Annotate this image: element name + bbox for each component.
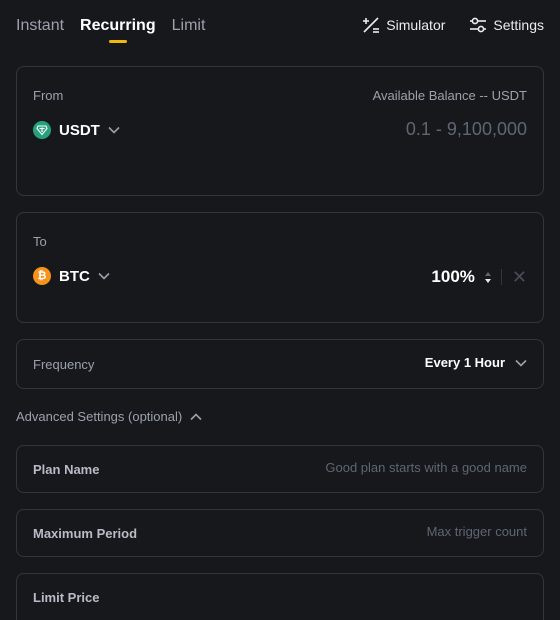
settings-button[interactable]: Settings bbox=[469, 16, 544, 34]
tab-limit[interactable]: Limit bbox=[172, 14, 206, 38]
frequency-selector[interactable]: Frequency Every 1 Hour bbox=[16, 339, 544, 389]
frequency-value: Every 1 Hour bbox=[424, 355, 505, 370]
plan-name-label: Plan Name bbox=[33, 462, 100, 477]
tab-instant[interactable]: Instant bbox=[16, 14, 64, 38]
top-actions: Simulator Settings bbox=[362, 16, 544, 34]
chevron-down-icon bbox=[515, 359, 527, 367]
plan-name-input[interactable] bbox=[227, 460, 527, 475]
from-coin-name: USDT bbox=[59, 121, 100, 139]
chevron-down-icon bbox=[98, 272, 110, 280]
advanced-settings-label: Advanced Settings (optional) bbox=[16, 409, 183, 424]
from-label: From bbox=[33, 88, 64, 103]
from-card: From Available Balance -- USDT USDT bbox=[16, 66, 544, 196]
mode-tabs: Instant Recurring Limit bbox=[16, 14, 206, 43]
divider bbox=[500, 269, 502, 285]
close-icon[interactable]: ✕ bbox=[512, 268, 527, 286]
calculator-icon bbox=[363, 17, 380, 33]
maximum-period-input[interactable] bbox=[227, 524, 527, 539]
to-coin-name: BTC bbox=[59, 267, 90, 285]
tether-icon bbox=[33, 121, 51, 139]
simulator-button[interactable]: Simulator bbox=[362, 16, 445, 34]
from-coin-selector[interactable]: USDT bbox=[33, 121, 120, 139]
maximum-period-field: Maximum Period bbox=[16, 509, 544, 557]
frequency-dropdown[interactable]: Every 1 Hour bbox=[425, 355, 527, 370]
advanced-settings-toggle[interactable]: Advanced Settings (optional) bbox=[16, 409, 202, 424]
allocation-percent[interactable]: 100% bbox=[431, 267, 474, 287]
decrement-icon[interactable] bbox=[484, 278, 491, 283]
chevron-up-icon bbox=[190, 412, 202, 420]
simulator-label: Simulator bbox=[386, 17, 446, 33]
sliders-icon bbox=[470, 17, 487, 33]
to-label: To bbox=[33, 234, 47, 249]
to-card: To ₿ BTC 100% ✕ bbox=[16, 212, 544, 323]
limit-price-field: Limit Price bbox=[16, 573, 544, 620]
maximum-period-label: Maximum Period bbox=[33, 526, 138, 541]
increment-icon[interactable] bbox=[484, 271, 491, 276]
frequency-label: Frequency bbox=[33, 357, 95, 372]
chevron-down-icon bbox=[108, 126, 120, 134]
plan-name-field: Plan Name bbox=[16, 445, 544, 493]
to-coin-selector[interactable]: ₿ BTC bbox=[33, 267, 110, 285]
settings-label: Settings bbox=[493, 17, 544, 33]
amount-input[interactable] bbox=[267, 119, 527, 140]
bitcoin-icon: ₿ bbox=[33, 267, 51, 285]
available-balance: Available Balance -- USDT bbox=[372, 88, 527, 103]
limit-price-label: Limit Price bbox=[33, 590, 100, 605]
limit-price-input[interactable] bbox=[227, 588, 527, 603]
tab-recurring[interactable]: Recurring bbox=[80, 14, 156, 43]
percent-stepper[interactable] bbox=[484, 271, 491, 283]
allocation-group: 100% ✕ bbox=[431, 267, 527, 287]
